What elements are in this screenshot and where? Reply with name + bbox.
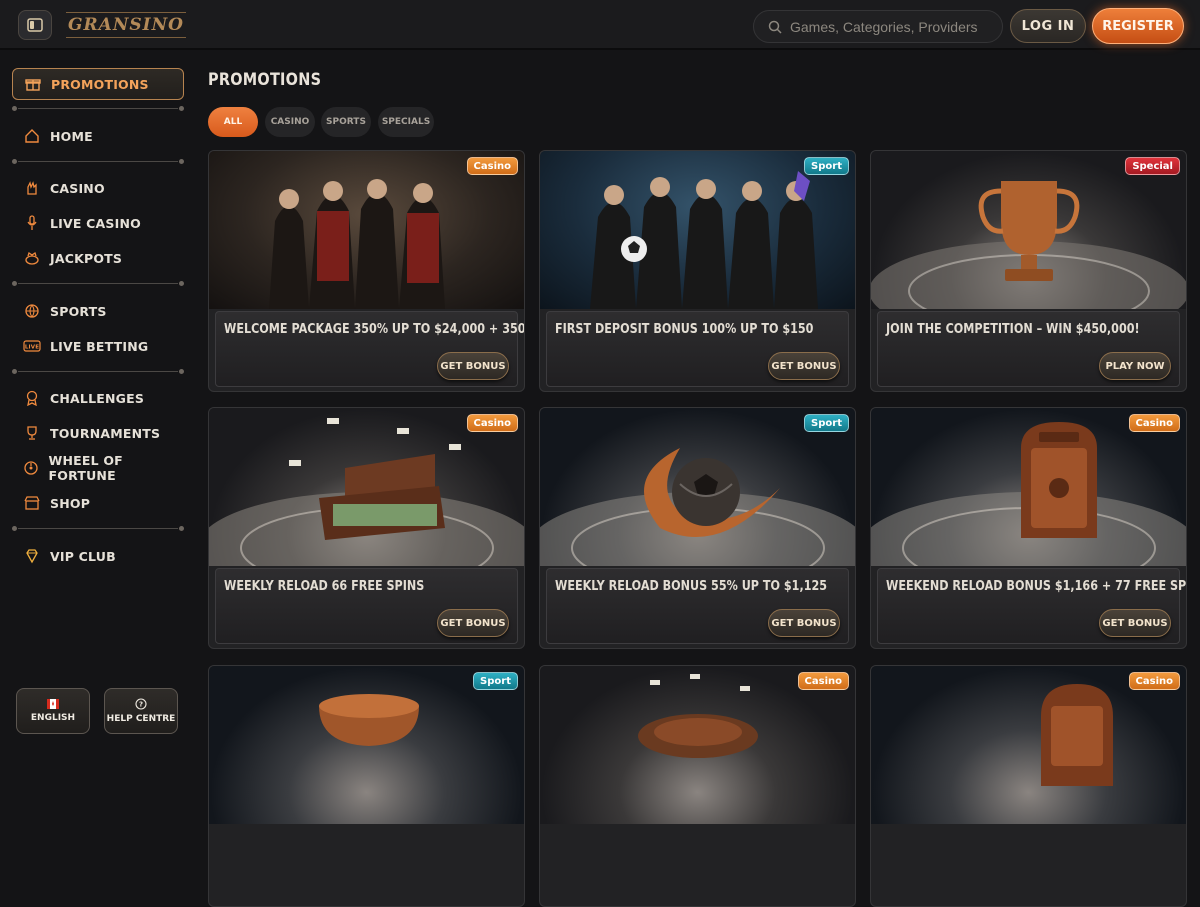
category-badge: Casino [797, 672, 849, 690]
microphone-icon [22, 213, 42, 233]
sidebar: PROMOTIONS HOME CASINO LIVE CASINO JACKP… [0, 52, 196, 750]
sidebar-item-live-betting[interactable]: LIVE LIVE BETTING [12, 331, 184, 361]
category-badge: Sport [473, 672, 518, 690]
sidebar-item-casino[interactable]: CASINO [12, 173, 184, 203]
canada-flag-icon [47, 699, 59, 709]
sidebar-item-jackpots[interactable]: JACKPOTS [12, 243, 184, 273]
gift-icon [23, 74, 43, 94]
promo-body: WEEKEND RELOAD BONUS $1,166 + 77 FREE SP… [877, 568, 1187, 644]
casino-hand-icon [22, 178, 42, 198]
divider [12, 158, 184, 166]
promo-body: JOIN THE COMPETITION – WIN $450,000! PLA… [877, 311, 1180, 387]
category-badge: Casino [466, 414, 518, 432]
divider [12, 105, 184, 113]
category-badge: Special [1125, 157, 1180, 175]
sidebar-toggle-button[interactable] [18, 10, 52, 40]
sidebar-item-wheel-of-fortune[interactable]: WHEEL OF FORTUNE [12, 453, 184, 483]
promo-body: WEEKLY RELOAD 66 FREE SPINS GET BONUS [215, 568, 518, 644]
search-icon [768, 20, 782, 34]
promo-card[interactable]: Special JOIN THE COMPETITION – WIN $450,… [870, 150, 1187, 392]
sidebar-item-vip-club[interactable]: VIP CLUB [12, 541, 184, 571]
svg-text:LIVE: LIVE [25, 345, 39, 351]
promo-body: WELCOME PACKAGE 350% UP TO $24,000 + 350… [215, 311, 525, 387]
promo-body: FIRST DEPOSIT BONUS 100% UP TO $150 GET … [546, 311, 849, 387]
promo-title: WEEKEND RELOAD BONUS $1,166 + 77 FREE SP… [886, 579, 1187, 594]
filter-sports[interactable]: SPORTS [321, 107, 371, 137]
promo-card[interactable]: Sport [208, 665, 525, 907]
sidebar-item-sports[interactable]: SPORTS [12, 296, 184, 326]
promo-body: WEEKLY RELOAD BONUS 55% UP TO $1,125 GET… [546, 568, 849, 644]
sidebar-item-promotions[interactable]: PROMOTIONS [12, 68, 184, 100]
medal-icon [22, 388, 42, 408]
promo-title: FIRST DEPOSIT BONUS 100% UP TO $150 [555, 322, 814, 337]
jackpot-icon [22, 248, 42, 268]
page-title: PROMOTIONS [208, 70, 322, 90]
category-badge: Casino [1128, 672, 1180, 690]
category-badge: Casino [1128, 414, 1180, 432]
wheel-icon [22, 458, 41, 478]
site-logo[interactable]: GRANSINO [66, 8, 186, 42]
svg-text:?: ? [139, 701, 143, 709]
get-bonus-button[interactable]: GET BONUS [437, 352, 509, 380]
promo-title: JOIN THE COMPETITION – WIN $450,000! [886, 322, 1140, 337]
divider [12, 280, 184, 288]
promo-card[interactable]: Casino WELCOME PACKAGE 350% UP TO $24,00… [208, 150, 525, 392]
category-badge: Sport [804, 157, 849, 175]
promo-card[interactable]: Casino WEEKLY RELOAD 66 FREE SPINS GET B… [208, 407, 525, 649]
divider [12, 525, 184, 533]
promo-title: WEEKLY RELOAD BONUS 55% UP TO $1,125 [555, 579, 828, 594]
trophy-icon [22, 423, 42, 443]
get-bonus-button[interactable]: GET BONUS [768, 352, 840, 380]
filter-all[interactable]: ALL [208, 107, 258, 137]
promo-card[interactable]: Casino [539, 665, 856, 907]
play-now-button[interactable]: PLAY NOW [1099, 352, 1171, 380]
category-badge: Sport [804, 414, 849, 432]
language-button[interactable]: ENGLISH [16, 688, 90, 734]
home-icon [22, 126, 42, 146]
sidebar-item-live-casino[interactable]: LIVE CASINO [12, 208, 184, 238]
sidebar-toggle-icon [27, 18, 43, 32]
get-bonus-button[interactable]: GET BONUS [1099, 609, 1171, 637]
search-input[interactable] [790, 18, 990, 35]
top-header: GRANSINO LOG IN REGISTER [0, 0, 1200, 50]
category-badge: Casino [466, 157, 518, 175]
promo-card[interactable]: Casino [870, 665, 1187, 907]
sidebar-item-tournaments[interactable]: TOURNAMENTS [12, 418, 184, 448]
sidebar-item-challenges[interactable]: CHALLENGES [12, 383, 184, 413]
promo-title: WEEKLY RELOAD 66 FREE SPINS [224, 579, 425, 594]
sidebar-item-home[interactable]: HOME [12, 121, 184, 151]
promo-card[interactable]: Sport FIRST DEPOSIT BONUS 100% UP TO $15… [539, 150, 856, 392]
shop-icon [22, 493, 42, 513]
search-bar[interactable] [753, 10, 1003, 43]
promo-title: WELCOME PACKAGE 350% UP TO $24,000 + 350… [224, 322, 525, 337]
register-button[interactable]: REGISTER [1092, 8, 1184, 44]
diamond-icon [22, 546, 42, 566]
divider [12, 368, 184, 376]
get-bonus-button[interactable]: GET BONUS [768, 609, 840, 637]
promo-card[interactable]: Casino WEEKEND RELOAD BONUS $1,166 + 77 … [870, 407, 1187, 649]
help-centre-button[interactable]: ? HELP CENTRE [104, 688, 178, 734]
login-button[interactable]: LOG IN [1010, 9, 1086, 43]
filter-specials[interactable]: SPECIALS [378, 107, 434, 137]
live-icon: LIVE [22, 336, 42, 356]
promo-card[interactable]: Sport WEEKLY RELOAD BONUS 55% UP TO $1,1… [539, 407, 856, 649]
basketball-icon [22, 301, 42, 321]
sidebar-item-shop[interactable]: SHOP [12, 488, 184, 518]
question-icon: ? [135, 698, 147, 710]
get-bonus-button[interactable]: GET BONUS [437, 609, 509, 637]
filter-casino[interactable]: CASINO [265, 107, 315, 137]
